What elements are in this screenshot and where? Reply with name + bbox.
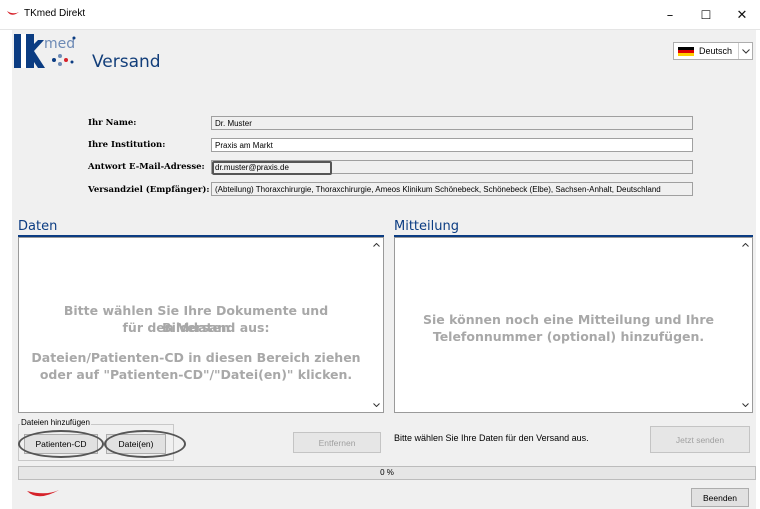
data-scrollbar[interactable]	[369, 238, 383, 412]
status-text: Bitte wählen Sie Ihre Daten für den Vers…	[394, 433, 589, 443]
message-textarea[interactable]: Sie können noch eine Mitteilung und Ihre…	[394, 237, 753, 413]
message-section-title: Mitteilung	[394, 219, 459, 234]
email-label: Antwort E-Mail-Adresse:	[88, 162, 205, 172]
title-bar: TKmed Direkt – ☐ ✕	[0, 0, 760, 30]
chevron-down-icon[interactable]	[369, 398, 383, 412]
message-hint-line2: Telefonnummer (optional) hinzufügen.	[432, 329, 705, 344]
message-hint-line1: Sie können noch eine Mitteilung und Ihre	[423, 312, 714, 327]
window-title: TKmed Direkt	[24, 8, 86, 19]
patient-cd-highlight	[18, 430, 104, 458]
data-hint-line4: oder auf "Patienten-CD"/"Datei(en)" klic…	[39, 367, 353, 382]
tkmed-logo: med	[14, 34, 90, 77]
german-flag-icon	[678, 47, 694, 56]
language-label: Deutsch	[699, 46, 733, 56]
chevron-up-icon[interactable]	[738, 238, 752, 252]
tkmed-swoosh-icon	[6, 9, 20, 22]
email-highlight	[212, 161, 332, 175]
language-select[interactable]: Deutsch	[673, 42, 753, 60]
recipient-field: (Abteilung) Thoraxchirurgie, Thoraxchiru…	[211, 182, 693, 196]
progress-bar: 0 %	[18, 466, 756, 480]
send-button[interactable]: Jetzt senden	[650, 426, 750, 453]
close-button[interactable]: ✕	[724, 0, 760, 30]
logo-med-text: med	[44, 36, 75, 52]
chevron-down-icon[interactable]	[738, 398, 752, 412]
name-field[interactable]: Dr. Muster	[211, 116, 693, 130]
page-title: Versand	[92, 52, 161, 72]
files-highlight	[104, 430, 186, 458]
remove-button[interactable]: Entfernen	[293, 432, 381, 453]
exit-button[interactable]: Beenden	[691, 488, 749, 507]
data-section-title: Daten	[18, 219, 58, 234]
recipient-label: Versandziel (Empfänger):	[88, 185, 210, 195]
add-files-group-label: Dateien hinzufügen	[20, 418, 91, 427]
data-hint-line3: Dateien/Patienten-CD in diesen Bereich z…	[31, 350, 361, 365]
chevron-down-icon	[738, 43, 752, 59]
data-hint-line2: für den Versand aus:	[122, 320, 270, 335]
institution-field[interactable]: Praxis am Markt	[211, 138, 693, 152]
tkmed-swoosh-icon	[26, 488, 60, 505]
chevron-up-icon[interactable]	[369, 238, 383, 252]
data-drop-area[interactable]: Bitte wählen Sie Ihre Dokumente und Bild…	[18, 237, 384, 413]
name-label: Ihr Name:	[88, 118, 137, 128]
message-scrollbar[interactable]	[738, 238, 752, 412]
minimize-button[interactable]: –	[652, 0, 688, 30]
maximize-button[interactable]: ☐	[688, 0, 724, 30]
progress-label: 0 %	[380, 468, 394, 477]
institution-label: Ihre Institution:	[88, 140, 166, 150]
